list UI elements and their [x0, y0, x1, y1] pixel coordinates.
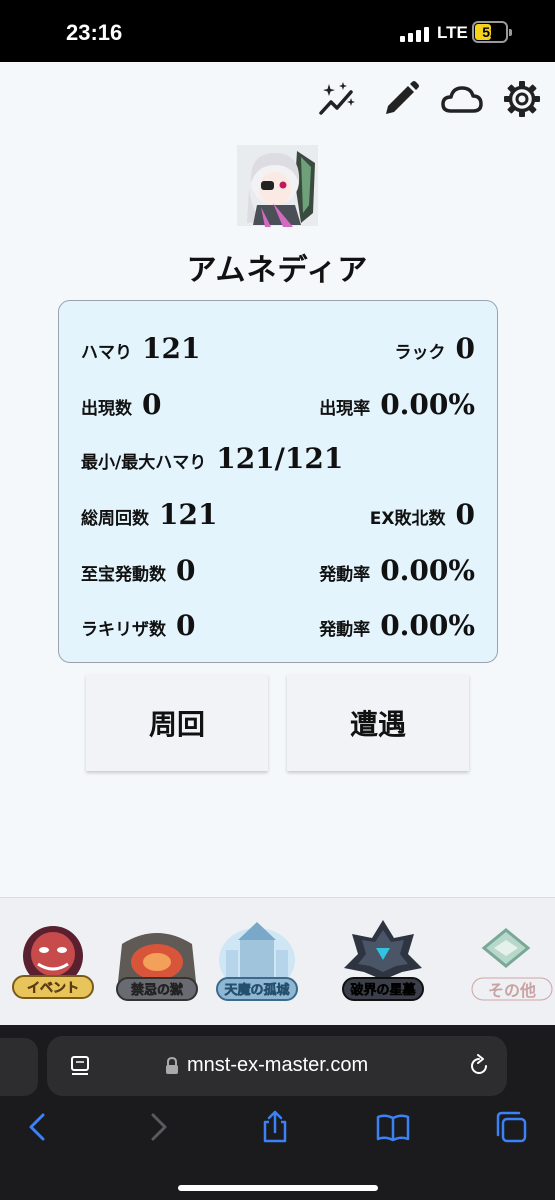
- lucky-skill-value: 0: [176, 609, 196, 642]
- lucky-rate-value: 0.00%: [380, 609, 475, 642]
- lap-button[interactable]: 周回: [86, 674, 268, 771]
- stats-card: ハマり 121 ラック 0 出現数 0 出現率 0.00% 最小/最大ハマり 1…: [58, 300, 498, 663]
- category-hakai-star-tomb[interactable]: 破界の星墓: [338, 916, 428, 1006]
- total-laps-value: 121: [159, 498, 218, 531]
- treasure-rate-value: 0.00%: [380, 554, 475, 587]
- cloud-icon[interactable]: [440, 80, 484, 118]
- ex-defeat-value: 0: [455, 498, 475, 531]
- event-icon: イベント: [12, 926, 94, 999]
- bookmarks-icon[interactable]: [376, 1110, 410, 1144]
- battery-level: 52: [482, 24, 498, 40]
- browser-bar: mnst-ex-master.com: [0, 1025, 555, 1200]
- other-icon: その他: [471, 928, 553, 1001]
- status-time: 23:16: [66, 20, 123, 45]
- total-laps-label: 総周回数: [81, 509, 149, 529]
- minmax-value: 121/121: [216, 442, 344, 475]
- hakai-star-tomb-icon: 破界の星墓: [342, 920, 424, 1001]
- lucky-rate-label: 発動率: [319, 620, 371, 640]
- category-event[interactable]: イベント: [8, 916, 98, 1006]
- hamari-label: ハマり: [81, 343, 132, 363]
- category-label: 禁忌の獄: [131, 982, 183, 998]
- back-icon[interactable]: [22, 1110, 56, 1144]
- appear-count-label: 出現数: [81, 399, 132, 419]
- category-label: 天魔の孤城: [224, 982, 289, 998]
- minmax-label: 最小/最大ハマり: [81, 453, 207, 473]
- url-text: mnst-ex-master.com: [187, 1054, 369, 1076]
- treasure-label: 至宝発動数: [81, 565, 166, 585]
- treasure-value: 0: [176, 554, 196, 587]
- tabs-icon[interactable]: [494, 1110, 528, 1144]
- gear-icon[interactable]: [503, 80, 541, 118]
- category-other[interactable]: その他: [466, 916, 555, 1006]
- forward-icon[interactable]: [140, 1110, 174, 1144]
- hamari-value: 121: [142, 332, 201, 365]
- monster-name: アムネディア: [186, 253, 369, 288]
- lucky-skill-label: ラキリザ数: [81, 620, 166, 640]
- category-label: イベント: [27, 981, 79, 996]
- previous-tab[interactable]: [0, 1038, 38, 1096]
- lock-icon: [166, 1057, 178, 1074]
- address-bar[interactable]: mnst-ex-master.com: [47, 1036, 507, 1096]
- reload-icon[interactable]: [467, 1054, 491, 1078]
- pencil-icon[interactable]: [382, 80, 420, 118]
- stat-row-lucky-skill: ラキリザ数 0 発動率 0.00%: [81, 602, 475, 642]
- reader-icon[interactable]: [69, 1055, 91, 1077]
- appear-rate-label: 出現率: [319, 399, 371, 419]
- share-icon[interactable]: [258, 1110, 292, 1144]
- ex-defeat-label: EX敗北数: [369, 509, 446, 529]
- tenma-castle-icon: 天魔の孤城: [216, 922, 298, 1001]
- appear-count-value: 0: [142, 388, 162, 421]
- status-bar: 23:16 LTE 52: [0, 0, 555, 62]
- stat-row-treasure: 至宝発動数 0 発動率 0.00%: [81, 547, 475, 587]
- stat-row-total-laps: 総周回数 121 EX敗北数 0: [81, 491, 475, 531]
- forbidden-prison-icon: 禁忌の獄: [116, 933, 198, 1001]
- category-forbidden-prison[interactable]: 禁忌の獄: [112, 916, 202, 1006]
- luck-value: 0: [455, 332, 475, 365]
- category-bar: イベント 禁忌の獄 天魔の孤城 破界の星墓 その他: [0, 897, 555, 1025]
- encounter-button[interactable]: 遭遇: [287, 674, 469, 771]
- stat-row-minmax: 最小/最大ハマり 121/121: [81, 435, 475, 475]
- network-label: LTE: [437, 23, 468, 42]
- battery-icon: 52: [472, 21, 508, 43]
- stat-row-appear: 出現数 0 出現率 0.00%: [81, 381, 475, 421]
- category-label: 破界の星墓: [350, 982, 416, 998]
- category-tenma-castle[interactable]: 天魔の孤城: [212, 916, 302, 1006]
- treasure-rate-label: 発動率: [319, 565, 371, 585]
- monster-avatar: [235, 143, 320, 228]
- sparkle-chart-icon[interactable]: [318, 80, 356, 118]
- signal-icon: [400, 24, 430, 42]
- home-indicator: [178, 1185, 378, 1191]
- luck-label: ラック: [394, 343, 446, 363]
- stat-row-hamari: ハマり 121 ラック 0: [81, 325, 475, 365]
- category-label: その他: [488, 981, 536, 1000]
- appear-rate-value: 0.00%: [380, 388, 475, 421]
- battery-cap: [509, 29, 512, 36]
